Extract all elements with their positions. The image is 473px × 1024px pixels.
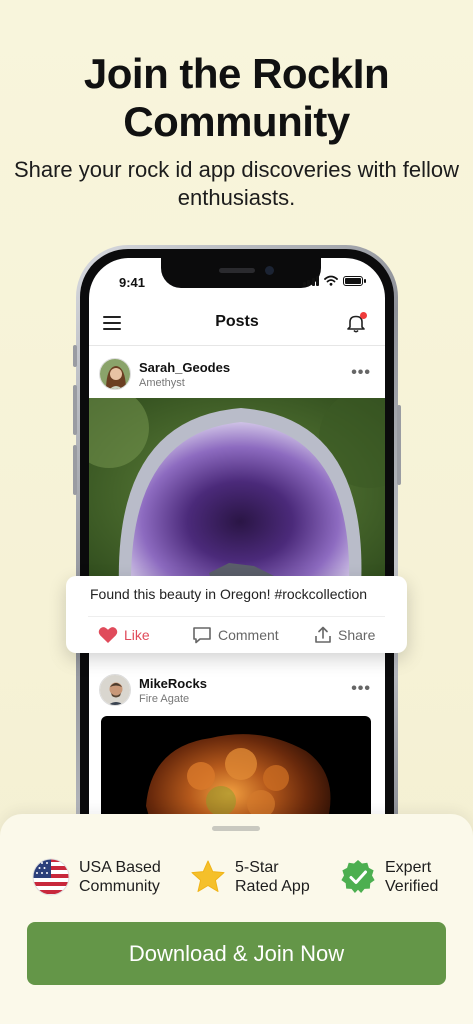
header-title: Posts xyxy=(215,313,259,330)
usa-flag-icon xyxy=(32,858,70,896)
status-icons xyxy=(302,275,366,286)
sheet-grabber[interactable] xyxy=(212,826,260,831)
comment-icon xyxy=(193,627,211,644)
post-header: Sarah_Geodes Amethyst ••• xyxy=(89,350,385,398)
badge-five-star: 5-Star Rated App xyxy=(190,858,310,896)
badge-line1: Expert xyxy=(385,859,432,876)
badge-line2: Rated App xyxy=(235,878,310,895)
phone-mockup: 9:41 Posts Sarah_Geodes Amethyst ••• Mik… xyxy=(73,245,401,885)
like-button[interactable]: Like xyxy=(98,626,150,644)
post-rock-type: Fire Agate xyxy=(139,693,190,705)
caption-card: Found this beauty in Oregon! #rockcollec… xyxy=(66,576,407,653)
post-username[interactable]: Sarah_Geodes xyxy=(139,360,230,375)
app-header: Posts xyxy=(89,300,385,346)
phone-screen: 9:41 Posts Sarah_Geodes Amethyst ••• Mik… xyxy=(89,258,385,872)
bottom-sheet: USA Based Community 5-Star Rated App Exp… xyxy=(0,814,473,1024)
badge-line1: 5-Star xyxy=(235,859,279,876)
more-options-icon[interactable]: ••• xyxy=(351,364,371,382)
badge-expert-verified: Expert Verified xyxy=(340,858,438,896)
star-icon xyxy=(191,860,225,892)
share-icon xyxy=(315,626,331,643)
post-image-amethyst[interactable] xyxy=(89,398,385,588)
signal-icon xyxy=(302,275,319,286)
post-header: MikeRocks Fire Agate ••• xyxy=(89,666,385,714)
badge-line2: Community xyxy=(79,878,160,895)
post-username[interactable]: MikeRocks xyxy=(139,676,207,691)
notch xyxy=(161,258,321,288)
badge-line2: Verified xyxy=(385,878,439,895)
post-caption: Found this beauty in Oregon! #rockcollec… xyxy=(90,586,368,602)
comment-label: Comment xyxy=(218,627,279,643)
avatar[interactable] xyxy=(99,674,131,706)
like-label: Like xyxy=(124,627,150,643)
verified-check-icon xyxy=(341,860,375,893)
heart-icon xyxy=(98,627,118,643)
comment-button[interactable]: Comment xyxy=(192,626,279,644)
headline: Join the RockIn Community xyxy=(83,50,390,145)
badge-line1: USA Based xyxy=(79,859,161,876)
share-label: Share xyxy=(338,627,376,643)
avatar[interactable] xyxy=(99,358,131,390)
status-time: 9:41 xyxy=(119,275,146,290)
badge-usa-community: USA Based Community xyxy=(32,858,161,896)
post-rock-type: Amethyst xyxy=(139,377,185,389)
more-options-icon[interactable]: ••• xyxy=(351,680,371,698)
notification-dot xyxy=(360,312,367,319)
divider xyxy=(88,616,385,617)
subhead: Share your rock id app discoveries with … xyxy=(13,157,460,210)
notification-bell-icon[interactable] xyxy=(345,312,367,334)
download-join-button[interactable]: Download & Join Now xyxy=(27,922,446,985)
battery-icon xyxy=(343,275,366,286)
share-button[interactable]: Share xyxy=(314,626,375,644)
wifi-icon xyxy=(324,275,338,286)
